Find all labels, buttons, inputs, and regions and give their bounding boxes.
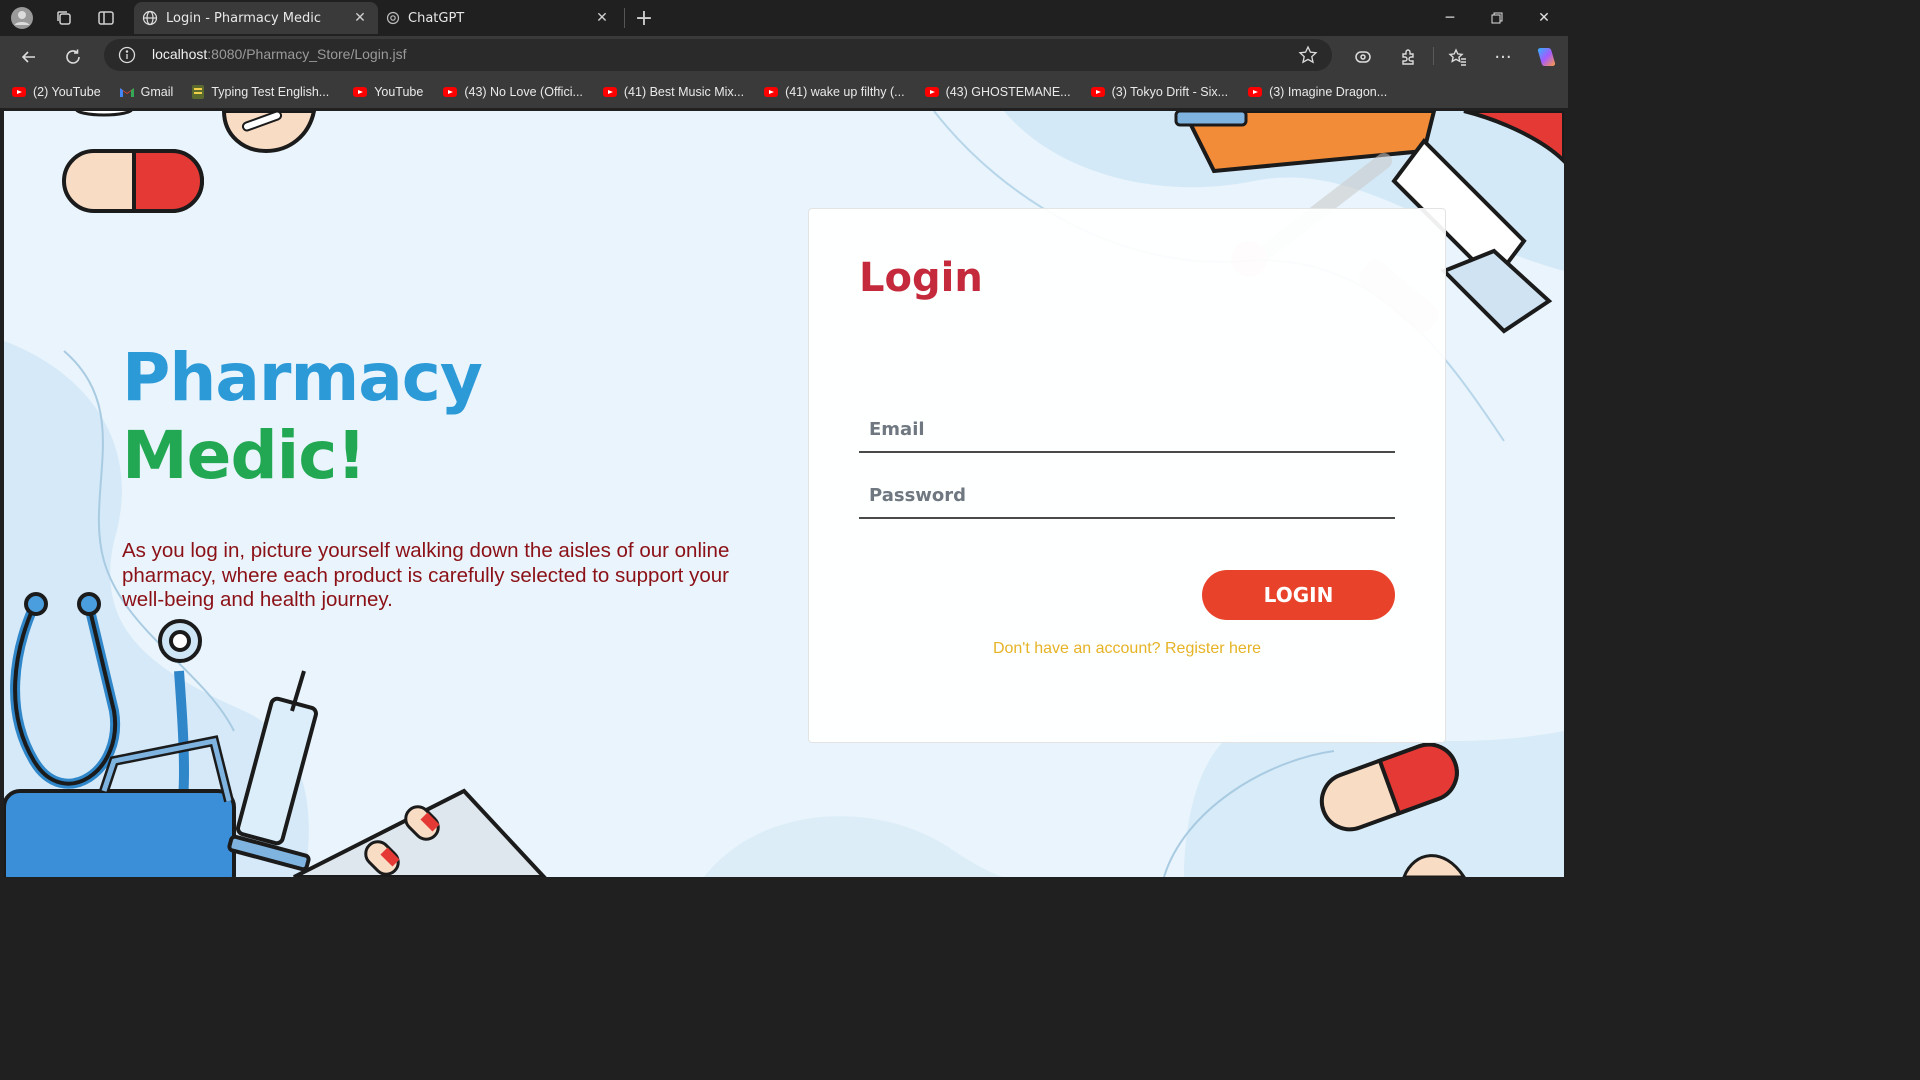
- email-field-container: [859, 407, 1395, 453]
- bookmark-youtube-2[interactable]: (2) YouTube: [12, 85, 101, 99]
- copilot-icon[interactable]: [1533, 44, 1559, 70]
- close-icon[interactable]: ✕: [592, 10, 612, 26]
- youtube-icon: [1090, 87, 1105, 97]
- bookmark-label: Gmail: [140, 85, 174, 99]
- bookmark-ghostemane[interactable]: (43) GHOSTEMANE...: [924, 85, 1071, 99]
- login-button[interactable]: LOGIN: [1202, 570, 1395, 620]
- bookmark-imagine-dragons[interactable]: (3) Imagine Dragon...: [1248, 85, 1387, 99]
- bookmark-tokyo-drift[interactable]: (3) Tokyo Drift - Six...: [1090, 85, 1229, 99]
- bookmark-label: (3) Imagine Dragon...: [1269, 85, 1388, 99]
- login-card: Login LOGIN Don't have an account? Regis…: [808, 208, 1446, 743]
- brand-title-pharmacy: Pharmacy: [122, 339, 483, 416]
- bookmark-label: (43) No Love (Offici...: [464, 85, 583, 99]
- bookmark-label: (41) Best Music Mix...: [623, 85, 745, 99]
- email-input[interactable]: [859, 407, 1395, 451]
- toolbar-divider: [1433, 47, 1434, 65]
- typing-test-icon: [191, 84, 205, 100]
- youtube-icon: [602, 87, 617, 97]
- gmail-icon: [119, 86, 135, 98]
- globe-icon: [142, 10, 158, 26]
- tab-login-pharmacy-medic[interactable]: Login - Pharmacy Medic ✕: [134, 2, 378, 34]
- minimize-icon[interactable]: ─: [1430, 6, 1470, 30]
- tab-title: Login - Pharmacy Medic: [166, 10, 322, 26]
- favorite-star-icon[interactable]: [1298, 45, 1318, 65]
- address-bar[interactable]: localhost:8080/Pharmacy_Store/Login.jsf: [104, 39, 1332, 71]
- browser-tab-strip: Login - Pharmacy Medic ✕ ChatGPT ✕ + ─ ✕: [0, 0, 1568, 36]
- url-text: localhost:8080/Pharmacy_Store/Login.jsf: [152, 46, 407, 62]
- login-title: Login: [859, 255, 983, 301]
- bookmark-youtube[interactable]: YouTube: [353, 85, 423, 99]
- site-info-icon[interactable]: [118, 46, 136, 64]
- back-arrow-icon[interactable]: [16, 44, 42, 70]
- bookmark-gmail[interactable]: Gmail: [119, 85, 174, 99]
- extensions-puzzle-icon[interactable]: [1396, 44, 1422, 70]
- bookmark-best-music-mix[interactable]: (41) Best Music Mix...: [602, 85, 745, 99]
- youtube-icon: [764, 87, 779, 97]
- youtube-icon: [443, 87, 458, 97]
- round-tablet-icon-top: [221, 111, 317, 154]
- reload-icon[interactable]: [60, 44, 86, 70]
- new-tab-plus-icon[interactable]: +: [632, 6, 656, 31]
- tab-separator: [624, 8, 625, 28]
- bookmark-label: (3) Tokyo Drift - Six...: [1111, 85, 1229, 99]
- close-icon[interactable]: ✕: [350, 10, 370, 26]
- window-close-icon[interactable]: ✕: [1524, 6, 1564, 30]
- bookmark-label: Typing Test English...: [211, 85, 330, 99]
- page-viewport: Pharmacy Medic! As you log in, picture y…: [4, 111, 1564, 877]
- browser-essentials-icon[interactable]: [1350, 44, 1376, 70]
- tab-title: ChatGPT: [408, 10, 465, 26]
- more-options-icon[interactable]: ···: [1490, 44, 1516, 70]
- tagline-text: As you log in, picture yourself walking …: [122, 539, 730, 611]
- bookmark-label: YouTube: [374, 85, 424, 99]
- restore-icon[interactable]: [1477, 6, 1517, 30]
- url-path: :8080/Pharmacy_Store/Login.jsf: [207, 46, 407, 62]
- youtube-icon: [12, 87, 26, 97]
- chatgpt-icon: [386, 11, 400, 25]
- capsule-pill-icon-top-left: [62, 149, 204, 213]
- profile-avatar-icon[interactable]: [10, 6, 34, 30]
- window-bottom-edge: [0, 877, 1568, 882]
- password-input[interactable]: [859, 473, 1395, 517]
- vertical-tabs-icon[interactable]: [94, 6, 118, 30]
- password-field-container: [859, 473, 1395, 519]
- youtube-icon: [1248, 87, 1263, 97]
- tab-chatgpt[interactable]: ChatGPT ✕: [380, 2, 620, 34]
- blister-pack-icon: [293, 788, 547, 877]
- register-link[interactable]: Don't have an account? Register here: [809, 640, 1445, 658]
- bookmark-wake-up-filthy[interactable]: (41) wake up filthy (...: [764, 85, 905, 99]
- bookmark-label: (41) wake up filthy (...: [785, 85, 905, 99]
- favorites-icon[interactable]: [1445, 44, 1471, 70]
- youtube-icon: [924, 87, 939, 97]
- bookmark-no-love[interactable]: (43) No Love (Offici...: [443, 85, 583, 99]
- brand-title-medic: Medic!: [122, 417, 367, 494]
- browser-toolbar: localhost:8080/Pharmacy_Store/Login.jsf …: [0, 36, 1568, 76]
- bookmark-label: (43) GHOSTEMANE...: [945, 85, 1071, 99]
- url-host: localhost: [152, 46, 208, 62]
- bookmarks-bar: (2) YouTube Gmail Typing Test English...…: [0, 76, 1568, 108]
- bookmark-label: (2) YouTube: [33, 85, 101, 99]
- workspaces-icon[interactable]: [52, 6, 76, 30]
- bookmark-typing-test[interactable]: Typing Test English...: [191, 84, 329, 100]
- youtube-icon: [353, 87, 368, 97]
